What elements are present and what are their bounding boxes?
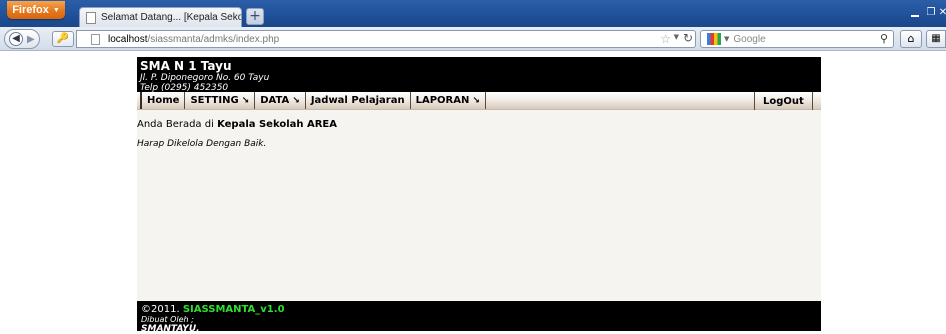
- welcome-prefix: Anda Berada di: [137, 119, 214, 130]
- browser-titlebar: Firefox ▼ Selamat Datang... [Kepala Seko…: [0, 0, 946, 27]
- menu-divider: [484, 92, 486, 109]
- firefox-menu-button[interactable]: Firefox ▼: [7, 1, 65, 19]
- site-footer: ©2011. SIASSMANTA_v1.0 Dibuat Oleh ; SMA…: [137, 301, 821, 334]
- maximize-button[interactable]: ❐: [925, 6, 937, 20]
- menu-item-label: DATA: [260, 95, 290, 106]
- page-container: SMA N 1 Tayu Jl. P. Diponegoro No. 60 Ta…: [137, 57, 821, 334]
- dropdown-arrow-icon: ↘: [292, 95, 300, 106]
- addon-icon[interactable]: ▦: [926, 30, 946, 48]
- back-forward-buttons[interactable]: ◀ ▶: [4, 29, 40, 49]
- instruction-note: Harap Dikelola Dengan Baik.: [137, 139, 267, 149]
- minimize-button[interactable]: [911, 9, 919, 17]
- url-text[interactable]: localhost/siassmanta/admks/index.php: [108, 34, 279, 45]
- menu-item-home[interactable]: Home: [140, 92, 184, 109]
- search-input[interactable]: Google: [733, 34, 765, 45]
- new-tab-button[interactable]: +: [246, 8, 264, 25]
- made-by-label: Dibuat Oleh ;: [141, 315, 194, 324]
- chevron-down-icon[interactable]: ▼: [674, 33, 679, 41]
- star-icon[interactable]: ☆: [660, 32, 671, 46]
- reload-icon[interactable]: ↻: [683, 31, 693, 45]
- browser-tab[interactable]: Selamat Datang... [Kepala Sekolah : 1203…: [79, 7, 242, 27]
- menu-item-data[interactable]: DATA ↘: [254, 92, 305, 109]
- dropdown-arrow-icon: ↘: [472, 95, 480, 106]
- logout-label: LogOut: [763, 95, 804, 107]
- url-path: /siassmanta/admks/index.php: [147, 33, 280, 45]
- school-address: Jl. P. Diponegoro No. 60 Tayu: [140, 73, 270, 83]
- back-icon[interactable]: ◀: [9, 32, 23, 46]
- menu-item-label: Jadwal Pelajaran: [310, 95, 405, 106]
- copyright-line: ©2011. SIASSMANTA_v1.0: [141, 304, 821, 315]
- search-icon[interactable]: ⚲: [880, 32, 888, 45]
- menu-item-label: LAPORAN: [415, 95, 470, 106]
- app-name: SIASSMANTA_v1.0: [182, 304, 285, 315]
- navigation-toolbar: ◀ ▶ 🔑 localhost/siassmanta/admks/index.p…: [0, 27, 946, 51]
- copyright-text: ©2011.: [141, 304, 180, 315]
- google-icon[interactable]: [707, 33, 721, 45]
- menu-item-jadwal-pelajaran[interactable]: Jadwal Pelajaran: [304, 92, 410, 109]
- chevron-down-icon[interactable]: ▼: [724, 35, 729, 43]
- firefox-menu-label: Firefox: [12, 4, 49, 16]
- welcome-message: Anda Berada di Kepala Sekolah AREA: [137, 119, 821, 130]
- dropdown-arrow-icon: ↘: [241, 95, 250, 106]
- menu-item-setting[interactable]: SETTING ↘: [184, 92, 254, 109]
- home-icon[interactable]: ⌂: [900, 30, 922, 48]
- forward-icon[interactable]: ▶: [27, 34, 35, 45]
- logout-link[interactable]: LogOut: [754, 92, 813, 110]
- author-name: SMANTAYU.: [141, 324, 200, 334]
- site-header: SMA N 1 Tayu Jl. P. Diponegoro No. 60 Ta…: [137, 57, 821, 93]
- close-window-button[interactable]: ✕: [937, 6, 946, 20]
- tab-title: Selamat Datang... [Kepala Sekolah : 1203…: [101, 12, 241, 23]
- chevron-down-icon: ▼: [52, 6, 60, 14]
- main-menu: Home SETTING ↘ DATA ↘ Jadwal Pelajaran L…: [137, 92, 821, 110]
- page-icon: [86, 11, 96, 24]
- url-host: localhost: [108, 33, 148, 45]
- page-icon: [91, 33, 100, 45]
- welcome-area: Kepala Sekolah AREA: [217, 119, 338, 130]
- menu-item-label: Home: [147, 95, 180, 106]
- identity-icon[interactable]: 🔑: [52, 31, 74, 47]
- school-name: SMA N 1 Tayu: [140, 59, 232, 73]
- search-bar[interactable]: ▼ Google ⚲: [700, 30, 894, 48]
- url-bar[interactable]: localhost/siassmanta/admks/index.php ☆ ▼…: [76, 30, 696, 48]
- menu-item-label: SETTING: [190, 95, 239, 106]
- menu-item-laporan[interactable]: LAPORAN ↘: [409, 92, 485, 109]
